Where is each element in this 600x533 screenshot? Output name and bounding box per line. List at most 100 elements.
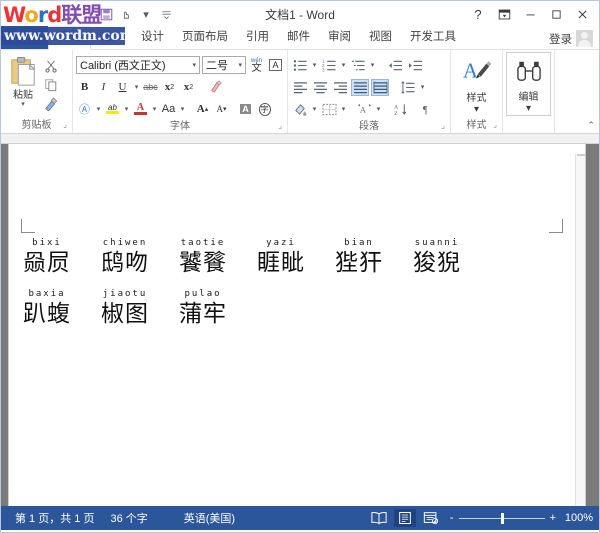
superscript-button[interactable]: x2 xyxy=(180,79,197,96)
view-print-layout-button[interactable] xyxy=(394,509,416,527)
editing-button[interactable]: 编辑 ▾ xyxy=(506,52,551,116)
show-formatting-marks-icon[interactable]: ¶ xyxy=(418,101,436,118)
italic-button[interactable]: I xyxy=(95,79,112,96)
editing-dropdown-arrow[interactable]: ▾ xyxy=(526,103,531,114)
line-spacing-dropdown-icon[interactable]: ▾ xyxy=(419,83,426,91)
close-icon[interactable] xyxy=(569,3,595,25)
vertical-scrollbar[interactable] xyxy=(575,154,585,506)
zoom-level[interactable]: 100% xyxy=(561,512,593,524)
customize-qat-icon[interactable] xyxy=(157,5,175,23)
paste-dropdown-arrow[interactable]: ▾ xyxy=(21,101,25,108)
subscript-button[interactable]: x2 xyxy=(161,79,178,96)
highlight-dropdown-icon[interactable]: ▾ xyxy=(123,105,130,113)
bold-button[interactable]: B xyxy=(76,79,93,96)
document-content[interactable]: bixi 赑屃 chiwen 鸱吻 taotie 饕餮 yazi 睚眦 xyxy=(23,238,565,340)
decrease-indent-icon[interactable] xyxy=(386,57,404,74)
change-case-icon[interactable]: Aa xyxy=(160,101,177,118)
document-page[interactable]: bixi 赑屃 chiwen 鸱吻 taotie 饕餮 yazi 睚眦 xyxy=(9,144,585,506)
paste-button[interactable]: 粘贴 ▾ xyxy=(4,54,42,108)
grow-font-icon[interactable]: A▴ xyxy=(194,101,211,118)
shrink-font-icon[interactable]: A▾ xyxy=(213,101,230,118)
tab-insert[interactable]: 插入 xyxy=(91,27,132,49)
tab-file[interactable]: 文件 xyxy=(1,26,48,49)
character-spacing-dropdown-icon[interactable]: ▾ xyxy=(375,105,382,113)
strikethrough-button[interactable]: abc xyxy=(142,79,159,96)
cut-icon[interactable] xyxy=(42,57,60,74)
tab-review[interactable]: 审阅 xyxy=(319,27,360,49)
copy-icon[interactable] xyxy=(42,76,60,93)
styles-button[interactable]: A 样式 ▾ xyxy=(454,52,499,115)
numbering-icon[interactable]: 123 xyxy=(320,57,338,74)
proofing-errors-icon[interactable] xyxy=(156,510,176,526)
ribbon-display-options-icon[interactable] xyxy=(491,3,517,25)
view-read-mode-button[interactable] xyxy=(368,509,390,527)
phonetic-guide-icon[interactable]: wén 文 xyxy=(248,57,265,74)
align-left-button[interactable] xyxy=(291,79,309,96)
zoom-in-button[interactable]: + xyxy=(550,512,556,524)
tab-mailings[interactable]: 邮件 xyxy=(278,27,319,49)
font-name-input[interactable]: Calibri (西文正文) ▾ xyxy=(76,56,200,74)
tab-developer[interactable]: 开发工具 xyxy=(401,27,465,49)
shading-dropdown-icon[interactable]: ▾ xyxy=(311,105,318,113)
character-border-icon[interactable]: A xyxy=(267,57,284,74)
underline-button[interactable]: U xyxy=(114,79,131,96)
font-name-caret-icon[interactable]: ▾ xyxy=(192,61,196,69)
format-painter-icon[interactable] xyxy=(42,95,60,112)
borders-icon[interactable] xyxy=(320,101,338,118)
bullets-dropdown-icon[interactable]: ▾ xyxy=(311,61,318,69)
clipboard-dialog-launcher[interactable]: ⌟ xyxy=(63,118,67,132)
avatar[interactable] xyxy=(576,30,593,47)
align-right-button[interactable] xyxy=(331,79,349,96)
zoom-out-button[interactable]: - xyxy=(450,512,454,524)
align-center-button[interactable] xyxy=(311,79,329,96)
tab-view[interactable]: 视图 xyxy=(360,27,401,49)
scrollbar-thumb[interactable] xyxy=(577,154,585,156)
numbering-dropdown-icon[interactable]: ▾ xyxy=(340,61,347,69)
underline-dropdown-icon[interactable]: ▾ xyxy=(133,83,140,91)
word-count[interactable]: 36 个字 xyxy=(102,510,155,526)
change-case-dropdown-icon[interactable]: ▾ xyxy=(179,105,186,113)
distribute-button[interactable] xyxy=(371,79,389,96)
clear-formatting-icon[interactable] xyxy=(207,79,224,96)
font-size-input[interactable]: 二号 ▾ xyxy=(202,56,246,74)
sign-in-link[interactable]: 登录 xyxy=(549,31,572,47)
view-web-layout-button[interactable] xyxy=(420,509,442,527)
multilevel-dropdown-icon[interactable]: ▾ xyxy=(369,61,376,69)
tab-page-layout[interactable]: 页面布局 xyxy=(173,27,237,49)
text-effects-icon[interactable]: Ⓐ xyxy=(76,101,93,118)
help-icon[interactable]: ? xyxy=(465,3,491,25)
macro-recording-icon[interactable] xyxy=(243,510,263,526)
styles-dialog-launcher[interactable]: ⌟ xyxy=(493,118,497,132)
enclose-characters-icon[interactable]: 字 xyxy=(256,101,273,118)
tab-home[interactable]: 开始 xyxy=(48,26,91,50)
font-color-icon[interactable]: A xyxy=(132,101,149,118)
line-spacing-icon[interactable] xyxy=(399,79,417,96)
font-dialog-launcher[interactable]: ⌟ xyxy=(278,119,282,133)
maximize-icon[interactable] xyxy=(543,3,569,25)
sort-icon[interactable]: AZ xyxy=(392,101,410,118)
paragraph-dialog-launcher[interactable]: ⌟ xyxy=(441,119,445,133)
text-highlight-icon[interactable]: ab xyxy=(104,101,121,118)
shading-icon[interactable] xyxy=(291,101,309,118)
multilevel-list-icon[interactable] xyxy=(349,57,367,74)
font-size-caret-icon[interactable]: ▾ xyxy=(238,61,242,69)
save-icon[interactable] xyxy=(97,5,115,23)
touch-mouse-mode-icon[interactable] xyxy=(117,5,135,23)
character-shading-icon[interactable]: A xyxy=(237,101,254,118)
styles-dropdown-arrow[interactable]: ▾ xyxy=(474,104,479,115)
character-spacing-icon[interactable]: A xyxy=(355,101,373,118)
justify-button[interactable] xyxy=(351,79,369,96)
increase-indent-icon[interactable] xyxy=(406,57,424,74)
minimize-icon[interactable] xyxy=(517,3,543,25)
borders-dropdown-icon[interactable]: ▾ xyxy=(340,105,347,113)
font-color-dropdown-icon[interactable]: ▾ xyxy=(151,105,158,113)
touch-mode-dropdown-icon[interactable]: ▾ xyxy=(137,5,155,23)
page-indicator[interactable]: 第 1 页，共 1 页 xyxy=(7,510,102,526)
text-effects-dropdown-icon[interactable]: ▾ xyxy=(95,105,102,113)
zoom-slider-track[interactable] xyxy=(459,518,545,519)
language-indicator[interactable]: 英语(美国) xyxy=(176,510,243,526)
zoom-slider-thumb[interactable] xyxy=(501,513,504,524)
tab-references[interactable]: 引用 xyxy=(237,27,278,49)
collapse-ribbon-icon[interactable]: ⌃ xyxy=(587,120,595,131)
tab-design[interactable]: 设计 xyxy=(132,27,173,49)
